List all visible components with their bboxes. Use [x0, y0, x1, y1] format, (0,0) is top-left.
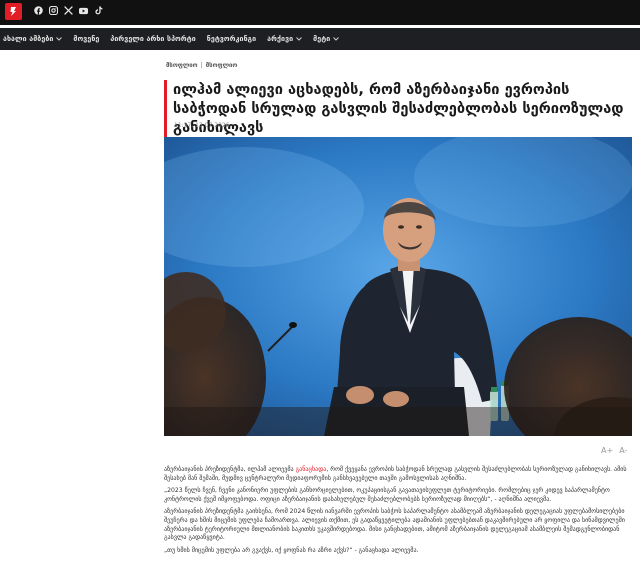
facebook-icon[interactable]	[34, 6, 43, 15]
article-paragraph: „თუ ხმის მიცემის უფლება არ გვაქვს, იქ ყო…	[164, 547, 632, 556]
paragraph-text: აზერბაიჯანის პრეზიდენტმა, ილჰამ ალიევმა	[164, 466, 296, 473]
article-title-block: ილჰამ ალიევი აცხადებს, რომ აზერბაიჯანი ე…	[164, 80, 632, 137]
breadcrumb-separator: |	[200, 62, 203, 69]
chevron-down-icon	[56, 37, 63, 41]
top-bar	[0, 0, 640, 25]
instagram-icon[interactable]	[49, 6, 58, 15]
article-paragraph: აზერბაიჯანის პრეზიდენტმა, ილჰამ ალიევმა …	[164, 466, 632, 483]
x-icon[interactable]	[64, 6, 73, 15]
breadcrumb-category[interactable]: მსოფლიო	[206, 62, 238, 69]
paragraph-text: „თუ ხმის მიცემის უფლება არ გვაქვს, იქ ყო…	[164, 546, 419, 554]
article-body: აზერბაიჯანის პრეზიდენტმა, ილჰამ ალიევმა …	[164, 466, 632, 559]
logo-mark-icon	[10, 7, 16, 16]
article-hero-image	[164, 137, 632, 436]
nav-label: არქივი	[267, 35, 294, 43]
nav-item-networking[interactable]: ნეტვორკინგი	[207, 35, 256, 43]
paragraph-text: აზერბაიჯანის პრეზიდენტმა გაიხსენა, რომ 2…	[164, 508, 625, 542]
site-logo[interactable]	[5, 3, 22, 20]
nav-item-sport[interactable]: პირველი არხი სპორტი	[110, 35, 195, 43]
social-links	[34, 6, 103, 15]
chevron-down-icon	[296, 37, 303, 41]
breadcrumb-section[interactable]: მსოფლიო	[166, 62, 198, 69]
youtube-icon[interactable]	[79, 6, 88, 15]
article-title: ილჰამ ალიევი აცხადებს, რომ აზერბაიჯანი ე…	[173, 81, 624, 136]
chevron-down-icon	[333, 37, 340, 41]
main-nav: ახალი ამბები მოვენე პირველი არხი სპორტი …	[0, 28, 640, 50]
font-size-tools: A+ A-	[601, 446, 627, 455]
nav-label: პირველი არხი სპორტი	[110, 35, 196, 43]
nav-item-2[interactable]: მოვენე	[73, 35, 99, 43]
nav-item-news[interactable]: ახალი ამბები	[3, 35, 63, 43]
font-increase-button[interactable]: A+	[601, 446, 613, 455]
tiktok-icon[interactable]	[94, 6, 103, 15]
paragraph-link[interactable]: განაცხადა	[296, 466, 327, 473]
nav-label: ნეტვორკინგი	[206, 35, 257, 43]
photo-illustration	[164, 137, 632, 436]
nav-item-archive[interactable]: არქივი	[267, 35, 303, 43]
article-paragraph: „2023 წელს ჩვენ, ჩვენი კანონიერი უფლების…	[164, 487, 632, 504]
nav-label: მოვენე	[73, 35, 100, 43]
paragraph-text: „2023 წელს ჩვენ, ჩვენი კანონიერი უფლების…	[164, 487, 610, 503]
font-decrease-button[interactable]: A-	[619, 446, 627, 455]
nav-label: მეტი	[313, 35, 331, 43]
nav-item-more[interactable]: მეტი	[313, 35, 340, 43]
article-paragraph: აზერბაიჯანის პრეზიდენტმა გაიხსენა, რომ 2…	[164, 508, 632, 542]
nav-label: ახალი ამბები	[3, 35, 54, 43]
article-timestamp: 11:37, 13.07.2026	[174, 122, 230, 129]
breadcrumb: მსოფლიო | მსოფლიო	[166, 62, 237, 69]
